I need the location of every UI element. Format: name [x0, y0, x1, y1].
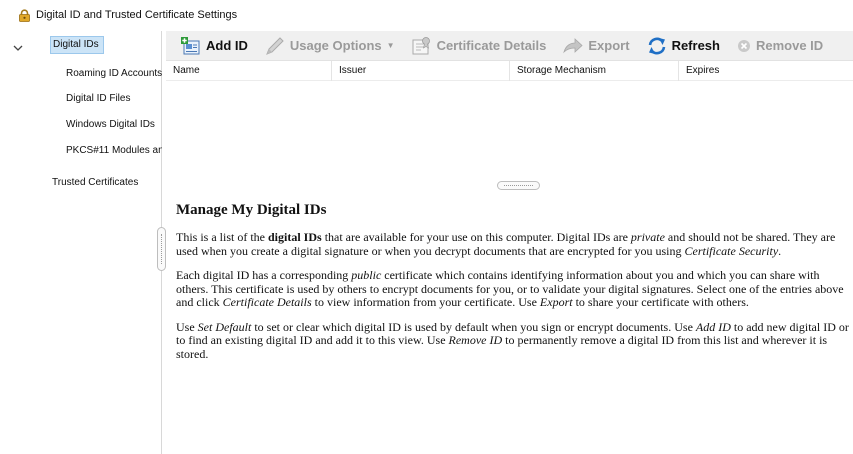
settings-tree: Digital IDs Roaming ID Accounts Digital …: [0, 31, 162, 454]
export-label: Export: [588, 38, 630, 53]
column-header-storage-mechanism[interactable]: Storage Mechanism: [510, 61, 679, 81]
pen-icon: [264, 36, 286, 56]
help-paragraph-2: Each digital ID has a corresponding publ…: [176, 268, 844, 309]
remove-icon: [736, 36, 752, 56]
help-heading: Manage My Digital IDs: [176, 202, 327, 218]
toolbar: Add ID Usage Options ▼ Certificate Detai…: [166, 31, 853, 61]
lock-certificate-icon: [18, 8, 31, 22]
certificate-icon: [411, 36, 433, 56]
column-header-issuer[interactable]: Issuer: [332, 61, 510, 81]
usage-options-label: Usage Options: [289, 38, 382, 53]
export-button[interactable]: Export: [554, 33, 637, 59]
help-panel: Manage My Digital IDs This is a list of …: [176, 202, 853, 372]
help-paragraph-1: This is a list of the digital IDs that a…: [176, 230, 836, 258]
id-table-header: Name Issuer Storage Mechanism Expires: [166, 61, 853, 81]
tree-item-digital-ids[interactable]: Digital IDs: [50, 36, 104, 54]
add-id-label: Add ID: [206, 38, 248, 53]
horizontal-splitter-handle[interactable]: [497, 181, 540, 190]
chevron-down-icon[interactable]: [13, 43, 23, 51]
id-table-body[interactable]: [166, 81, 853, 181]
refresh-button[interactable]: Refresh: [638, 33, 728, 59]
refresh-label: Refresh: [671, 38, 720, 53]
tree-item-roaming-id-accounts[interactable]: Roaming ID Accounts: [64, 65, 162, 83]
help-paragraph-3: Use Set Default to set or clear which di…: [176, 319, 849, 361]
vertical-splitter-handle[interactable]: [157, 227, 166, 271]
column-header-name[interactable]: Name: [166, 61, 332, 81]
remove-id-button[interactable]: Remove ID: [728, 33, 831, 59]
usage-options-button[interactable]: Usage Options ▼: [256, 33, 403, 59]
tree-item-digital-id-files[interactable]: Digital ID Files: [64, 90, 162, 108]
export-arrow-icon: [562, 36, 584, 56]
tree-item-pkcs11-modules[interactable]: PKCS#11 Modules and Tokens: [64, 142, 162, 160]
certificate-details-label: Certificate Details: [436, 38, 547, 53]
column-header-expires[interactable]: Expires: [679, 61, 853, 81]
add-id-icon: [180, 36, 202, 56]
refresh-icon: [646, 36, 668, 56]
tree-item-windows-digital-ids[interactable]: Windows Digital IDs: [64, 116, 162, 134]
window-title: Digital ID and Trusted Certificate Setti…: [36, 9, 238, 21]
add-id-button[interactable]: Add ID: [172, 33, 256, 59]
remove-id-label: Remove ID: [755, 38, 824, 53]
tree-item-trusted-certificates[interactable]: Trusted Certificates: [50, 174, 160, 192]
caret-down-icon: ▼: [386, 41, 395, 50]
title-bar: Digital ID and Trusted Certificate Setti…: [0, 0, 853, 30]
certificate-details-button[interactable]: Certificate Details: [403, 33, 555, 59]
